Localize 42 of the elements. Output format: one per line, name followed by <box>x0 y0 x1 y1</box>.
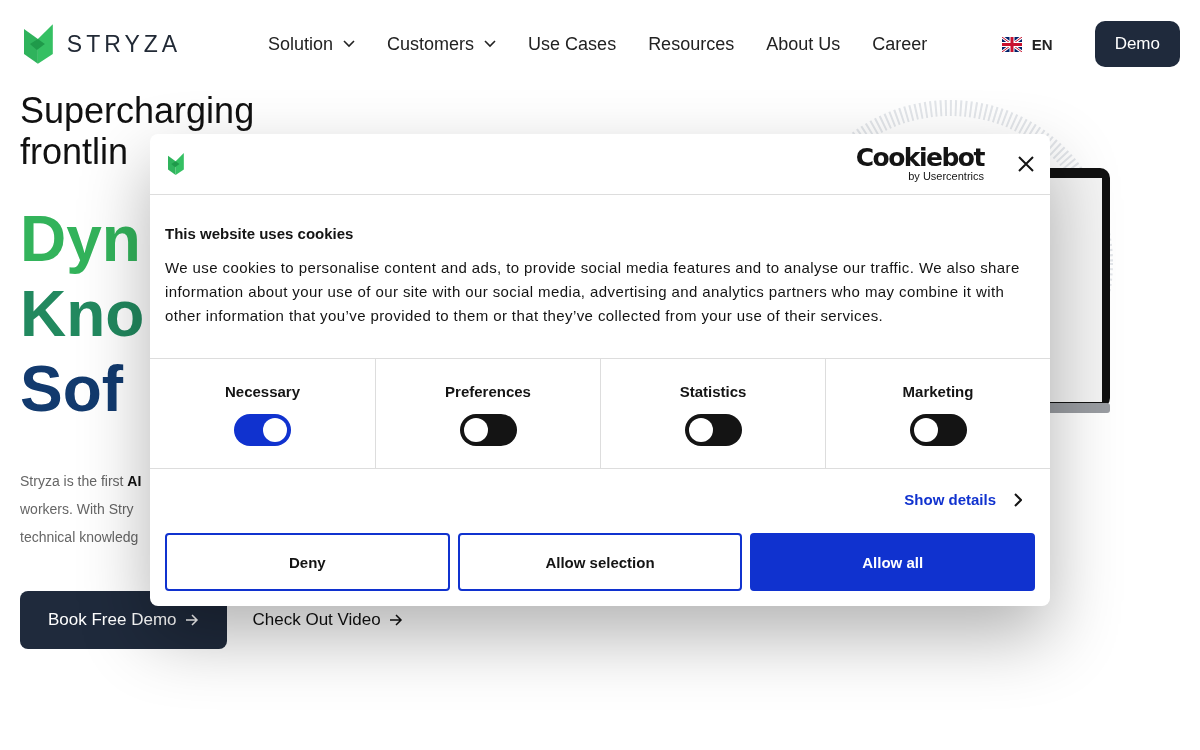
chevron-right-icon <box>1014 492 1022 507</box>
arrow-right-icon <box>388 614 403 626</box>
book-demo-button[interactable]: Book Free Demo <box>20 591 227 649</box>
hero-description: workers. With Stry <box>20 500 134 519</box>
video-link[interactable]: Check Out Video <box>252 610 403 630</box>
nav-link[interactable]: About Us <box>766 33 841 55</box>
consent-button[interactable]: Allow selection <box>457 533 743 591</box>
hero-description: Stryza is the first AI <box>20 472 142 491</box>
language-selector[interactable]: EN <box>995 34 1059 54</box>
dialog-text: We use cookies to personalise content and ads, to provide social media features and to analyse our traffic. We also share information about your use of our site with our social media, advertising and analytics partners who may combine it with other information that you’ve provided to them or that they’ve collected from your use of their services. <box>165 258 1021 326</box>
logo-icon <box>24 24 53 64</box>
nav-link[interactable]: Resources <box>648 33 735 55</box>
category-label: Preferences <box>445 383 531 400</box>
dialog-title: This website uses cookies <box>165 225 355 242</box>
nav-link[interactable]: Customers <box>387 33 497 55</box>
nav-link[interactable]: Use Cases <box>528 33 617 55</box>
show-details-link[interactable]: Show details <box>904 491 1022 508</box>
toggle-switch[interactable] <box>684 414 742 446</box>
close-button[interactable] <box>1018 156 1034 172</box>
hero-subtitle: frontlin <box>20 131 129 172</box>
logo-text[interactable]: STRYZA <box>66 30 182 58</box>
nav-link[interactable]: Career <box>872 33 928 55</box>
flag-icon <box>1001 36 1022 52</box>
demo-button[interactable]: Demo <box>1094 21 1180 67</box>
hero-headline: Dyn <box>20 202 141 277</box>
brand-name: Cookiebot <box>855 146 984 170</box>
hero-headline: Sof <box>20 352 124 427</box>
hero-description: technical knowledg <box>20 528 139 547</box>
hero-subtitle: Supercharging <box>20 90 255 131</box>
toggle-switch[interactable] <box>909 414 967 446</box>
toggle-switch[interactable] <box>234 414 291 446</box>
category-label: Necessary <box>224 383 301 400</box>
arrow-right-icon <box>184 614 199 626</box>
nav-link[interactable]: Solution <box>268 33 356 55</box>
hero-headline: Kno <box>20 277 145 352</box>
consent-button[interactable]: Deny <box>165 533 450 591</box>
consent-button[interactable]: Allow all <box>750 533 1035 591</box>
logo-icon <box>168 153 184 175</box>
category-label: Marketing <box>902 383 974 400</box>
toggle-switch[interactable] <box>459 414 517 446</box>
brand-subtitle: by Usercentrics <box>908 170 984 182</box>
category-label: Statistics <box>679 383 747 400</box>
